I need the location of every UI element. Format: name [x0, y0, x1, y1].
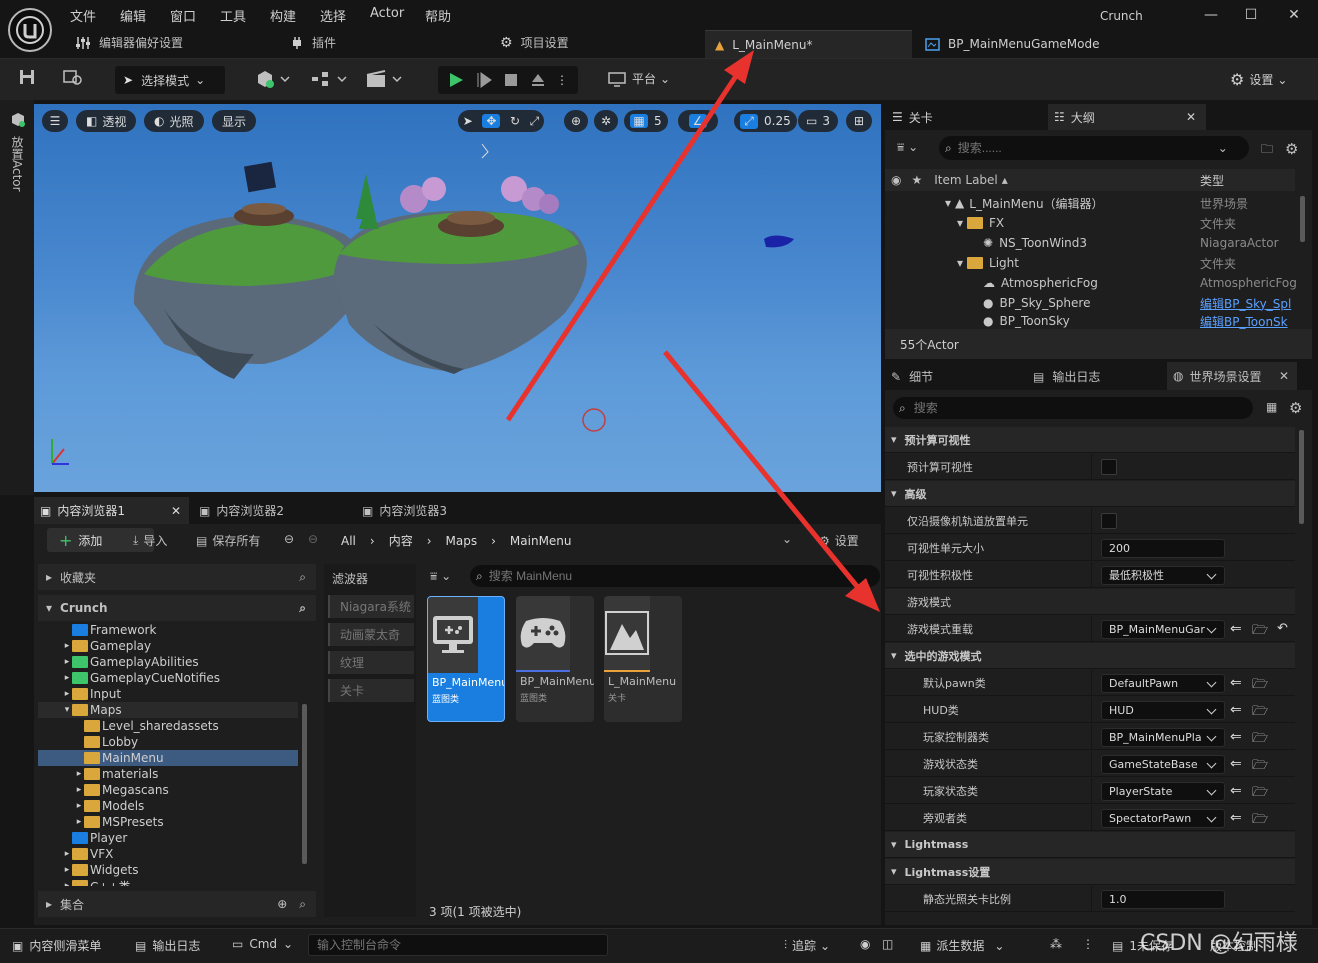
- console-input-box[interactable]: [308, 934, 608, 956]
- trace-label: 追踪: [792, 939, 817, 953]
- derived-data-label: 派生数据: [936, 939, 985, 953]
- trace-dropdown[interactable]: ⫶ 追踪 ⌄: [784, 937, 830, 954]
- record-icon[interactable]: ◉: [860, 937, 870, 951]
- screenshot-icon[interactable]: ◫: [882, 937, 893, 951]
- log-icon: ▤: [135, 938, 147, 953]
- more-options-icon[interactable]: ⋮: [1082, 937, 1094, 951]
- save-icon: ▤: [1112, 938, 1124, 953]
- status-bar: ▣ 内容侧滑菜单 ▤ 输出日志 ▭ Cmd ⌄ ⫶ 追踪 ⌄ ◉ ◫ ▦ 派生数…: [0, 928, 1318, 963]
- content-drawer-label: 内容侧滑菜单: [29, 939, 102, 953]
- network-icon[interactable]: ⁂: [1050, 937, 1062, 951]
- output-log-button[interactable]: ▤ 输出日志: [135, 937, 200, 954]
- watermark: CSDN @幻雨様: [1140, 931, 1298, 956]
- annotation-arrows: [505, 50, 880, 612]
- trace-icon: ⫶: [784, 938, 788, 952]
- output-log-label: 输出日志: [152, 939, 201, 953]
- chevron-down-icon: ⌄: [283, 937, 294, 951]
- derived-data-dropdown[interactable]: ▦ 派生数据 ⌄: [920, 937, 1004, 954]
- chevron-down-icon: ⌄: [820, 938, 831, 953]
- cmd-label: Cmd: [249, 937, 278, 951]
- drawer-icon: ▣: [12, 938, 24, 953]
- console-input[interactable]: [317, 938, 597, 952]
- cmd-dropdown[interactable]: ▭ Cmd ⌄: [232, 937, 293, 951]
- content-drawer-button[interactable]: ▣ 内容侧滑菜单: [12, 937, 101, 954]
- database-icon: ▦: [920, 938, 932, 953]
- chevron-down-icon: ⌄: [994, 938, 1005, 953]
- terminal-icon: ▭: [232, 937, 244, 951]
